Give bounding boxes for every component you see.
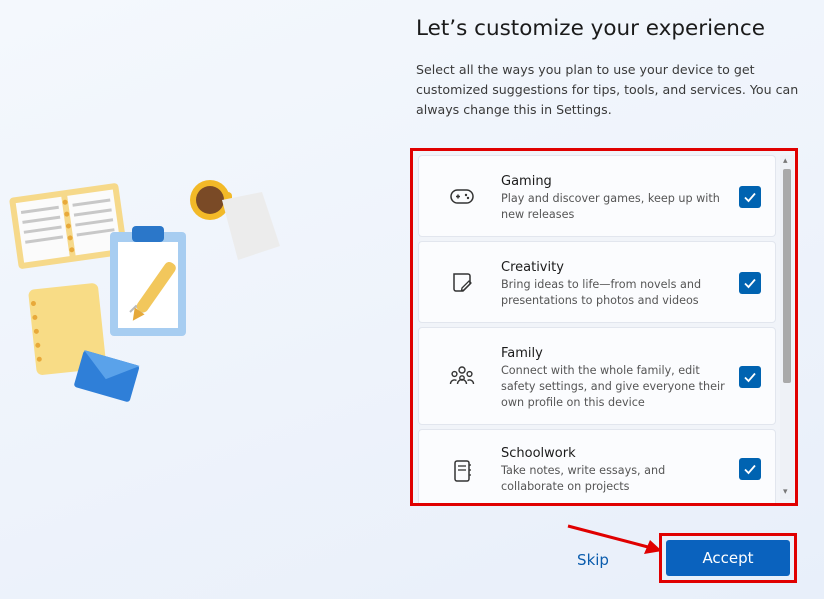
page-description: Select all the ways you plan to use your… xyxy=(416,62,799,117)
accept-button[interactable]: Accept xyxy=(666,540,790,576)
productivity-illustration xyxy=(9,180,280,402)
experience-options-list: Gaming Play and discover games, keep up … xyxy=(410,148,798,506)
page-title: Let’s customize your experience xyxy=(416,16,765,41)
option-card-creativity[interactable]: Creativity Bring ideas to life—from nove… xyxy=(418,241,776,323)
option-card-family[interactable]: Family Connect with the whole family, ed… xyxy=(418,327,776,425)
people-group-icon xyxy=(449,366,475,385)
scrollbar-thumb[interactable] xyxy=(783,169,791,383)
checkmark-icon xyxy=(744,372,756,383)
option-title-creativity: Creativity xyxy=(501,260,564,275)
checkbox-family[interactable] xyxy=(739,366,761,388)
notebook-icon xyxy=(454,460,471,482)
checkmark-icon xyxy=(744,192,756,203)
option-title-gaming: Gaming xyxy=(501,174,552,189)
scroll-up-arrow-icon[interactable]: ▴ xyxy=(783,156,788,166)
checkmark-icon xyxy=(744,464,756,475)
option-description-gaming: Play and discover games, keep up with ne… xyxy=(501,192,720,221)
gamepad-icon xyxy=(450,189,474,204)
sticky-note-pen-icon xyxy=(453,273,472,292)
checkbox-schoolwork[interactable] xyxy=(739,458,761,480)
option-title-schoolwork: Schoolwork xyxy=(501,446,576,461)
option-title-family: Family xyxy=(501,346,543,361)
option-description-schoolwork: Take notes, write essays, and collaborat… xyxy=(501,464,666,493)
skip-button[interactable]: Skip xyxy=(566,547,620,573)
option-description-family: Connect with the whole family, edit safe… xyxy=(501,364,725,409)
checkbox-gaming[interactable] xyxy=(739,186,761,208)
options-scrollbar[interactable]: ▴ ▾ xyxy=(780,155,794,499)
accept-highlight: Accept xyxy=(659,533,797,583)
option-description-creativity: Bring ideas to life—from novels and pres… xyxy=(501,278,702,307)
option-card-schoolwork[interactable]: Schoolwork Take notes, write essays, and… xyxy=(418,429,776,503)
scroll-down-arrow-icon[interactable]: ▾ xyxy=(783,487,788,497)
option-card-gaming[interactable]: Gaming Play and discover games, keep up … xyxy=(418,155,776,237)
checkmark-icon xyxy=(744,278,756,289)
checkbox-creativity[interactable] xyxy=(739,272,761,294)
